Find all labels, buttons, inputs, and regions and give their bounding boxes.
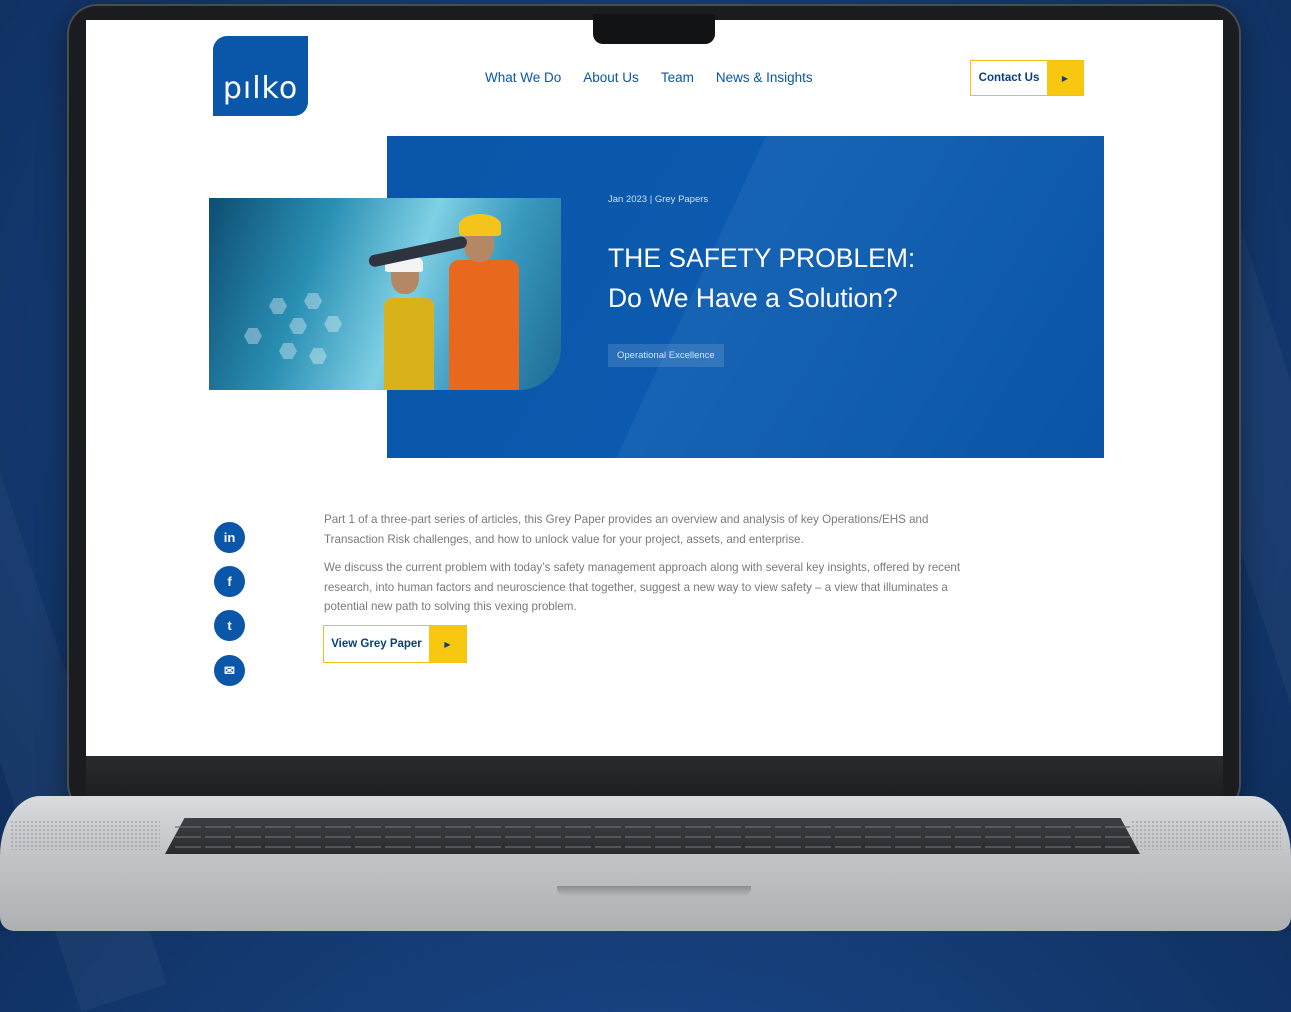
right-speaker-grille [1131, 820, 1281, 850]
key-row [175, 826, 1130, 828]
hexagon-icon [309, 348, 327, 364]
hexagon-icon [279, 343, 297, 359]
lid-opening-lip [557, 886, 751, 896]
nav-what-we-do[interactable]: What We Do [485, 70, 561, 85]
arrow-right-icon: ▶ [429, 626, 466, 662]
screen-bottom-bezel [86, 756, 1223, 796]
contact-us-label: Contact Us [978, 72, 1040, 84]
nav-news-insights[interactable]: News & Insights [716, 70, 813, 85]
article-title: THE SAFETY PROBLEM: Do We Have a Solutio… [608, 238, 915, 318]
category-tag[interactable]: Operational Excellence [608, 344, 724, 367]
facebook-icon[interactable]: f [214, 566, 245, 597]
hero-image [209, 198, 561, 390]
logo-text: pılko [222, 71, 299, 106]
left-speaker-grille [10, 820, 160, 850]
camera-notch [593, 14, 715, 44]
email-icon[interactable]: ✉ [214, 655, 245, 686]
key-row [175, 836, 1130, 838]
main-nav: What We Do About Us Team News & Insights [485, 70, 813, 85]
worker-vest [449, 260, 519, 390]
arrow-right-icon: ▶ [1047, 61, 1083, 95]
hexagon-icon [269, 298, 287, 314]
view-grey-paper-button[interactable]: View Grey Paper ▶ [323, 625, 467, 663]
view-grey-paper-label: View Grey Paper [331, 638, 422, 650]
contact-us-button[interactable]: Contact Us ▶ [970, 60, 1084, 96]
title-line-1: THE SAFETY PROBLEM: [608, 243, 916, 273]
hexagon-icon [244, 328, 262, 344]
laptop-screen: pılko What We Do About Us Team News & In… [86, 20, 1223, 756]
article-meta: Jan 2023 | Grey Papers [608, 194, 709, 205]
hexagon-icon [324, 316, 342, 332]
title-line-2: Do We Have a Solution? [608, 283, 898, 313]
nav-about-us[interactable]: About Us [583, 70, 639, 85]
pilko-logo[interactable]: pılko [213, 36, 308, 116]
worker-vest [384, 298, 434, 390]
hexagon-icon [304, 293, 322, 309]
summary-paragraph: We discuss the current problem with toda… [324, 561, 961, 613]
hexagon-icon [289, 318, 307, 334]
yellow-helmet [459, 214, 501, 236]
laptop-base [0, 796, 1291, 931]
nav-team[interactable]: Team [661, 70, 694, 85]
intro-paragraph: Part 1 of a three-part series of article… [324, 513, 929, 546]
twitter-icon[interactable]: t [214, 610, 245, 641]
linkedin-icon[interactable]: in [214, 522, 245, 553]
key-row [175, 846, 1130, 848]
